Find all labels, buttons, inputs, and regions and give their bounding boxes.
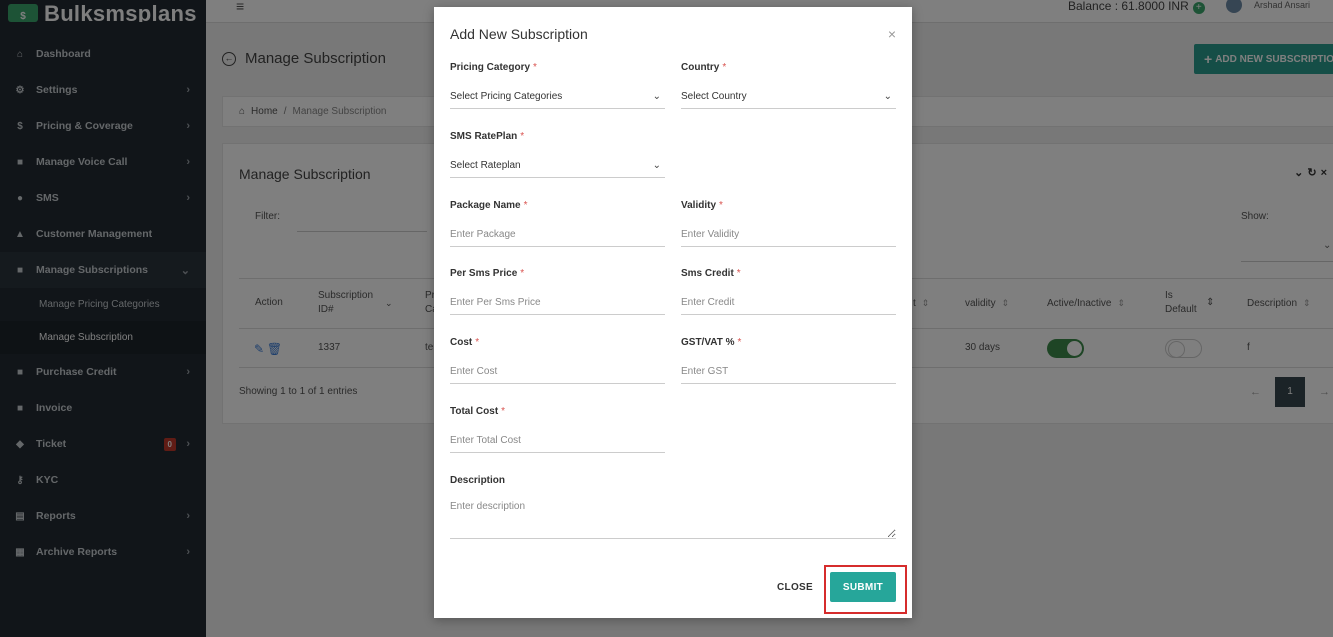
pricing-category-select[interactable]: Select Pricing Categories ⌄	[450, 85, 665, 109]
field-label-text: Validity	[681, 200, 717, 211]
per-sms-price-label: Per Sms Price *	[450, 268, 524, 279]
chevron-down-icon: ⌄	[652, 160, 661, 171]
field-label-text: GST/VAT %	[681, 337, 735, 348]
required-mark: *	[736, 268, 741, 279]
field-label-text: Package Name	[450, 200, 521, 211]
chevron-down-icon: ⌄	[652, 91, 661, 102]
required-mark: *	[719, 200, 723, 211]
gst-vat-label: GST/VAT % *	[681, 337, 741, 348]
field-label-text: SMS RatePlan	[450, 131, 518, 142]
country-select[interactable]: Select Country ⌄	[681, 85, 896, 109]
sms-rateplan-select[interactable]: Select Rateplan ⌄	[450, 154, 665, 178]
required-mark: *	[475, 337, 480, 348]
package-name-input[interactable]	[450, 223, 665, 247]
validity-input[interactable]	[681, 223, 896, 247]
select-value: Select Rateplan	[450, 160, 521, 171]
cost-label: Cost *	[450, 337, 479, 348]
total-cost-input[interactable]	[450, 429, 665, 453]
close-button[interactable]: CLOSE	[770, 574, 820, 600]
sms-credit-input[interactable]	[681, 291, 896, 315]
package-name-label: Package Name *	[450, 200, 528, 211]
required-mark: *	[533, 62, 537, 73]
required-mark: *	[737, 337, 742, 348]
field-label-text: Per Sms Price	[450, 268, 518, 279]
required-mark: *	[520, 268, 525, 279]
gst-vat-input[interactable]	[681, 360, 896, 384]
close-icon[interactable]: ×	[888, 26, 896, 42]
field-label-text: Country	[681, 62, 720, 73]
description-textarea[interactable]	[450, 499, 896, 539]
field-label-text: Total Cost	[450, 406, 499, 417]
country-label: Country *	[681, 62, 726, 73]
required-mark: *	[520, 131, 525, 142]
validity-label: Validity *	[681, 200, 723, 211]
cost-input[interactable]	[450, 360, 665, 384]
total-cost-label: Total Cost *	[450, 406, 505, 417]
add-subscription-modal: Add New Subscription × Pricing Category *…	[434, 7, 912, 618]
sms-rateplan-label: SMS RatePlan *	[450, 131, 524, 142]
required-mark: *	[501, 406, 506, 417]
required-mark: *	[523, 200, 528, 211]
select-value: Select Country	[681, 91, 747, 102]
submit-button[interactable]: SUBMIT	[830, 572, 896, 602]
sms-credit-label: Sms Credit *	[681, 268, 741, 279]
pricing-category-label: Pricing Category *	[450, 62, 537, 73]
chevron-down-icon: ⌄	[883, 91, 892, 102]
description-label: Description	[450, 475, 505, 486]
per-sms-price-input[interactable]	[450, 291, 665, 315]
field-label-text: Sms Credit	[681, 268, 734, 279]
field-label-text: Description	[450, 475, 506, 486]
required-mark: *	[722, 62, 727, 73]
field-label-text: Pricing Category	[450, 62, 531, 73]
field-label-text: Cost	[450, 337, 473, 348]
modal-title: Add New Subscription	[450, 26, 588, 42]
select-value: Select Pricing Categories	[450, 91, 563, 102]
